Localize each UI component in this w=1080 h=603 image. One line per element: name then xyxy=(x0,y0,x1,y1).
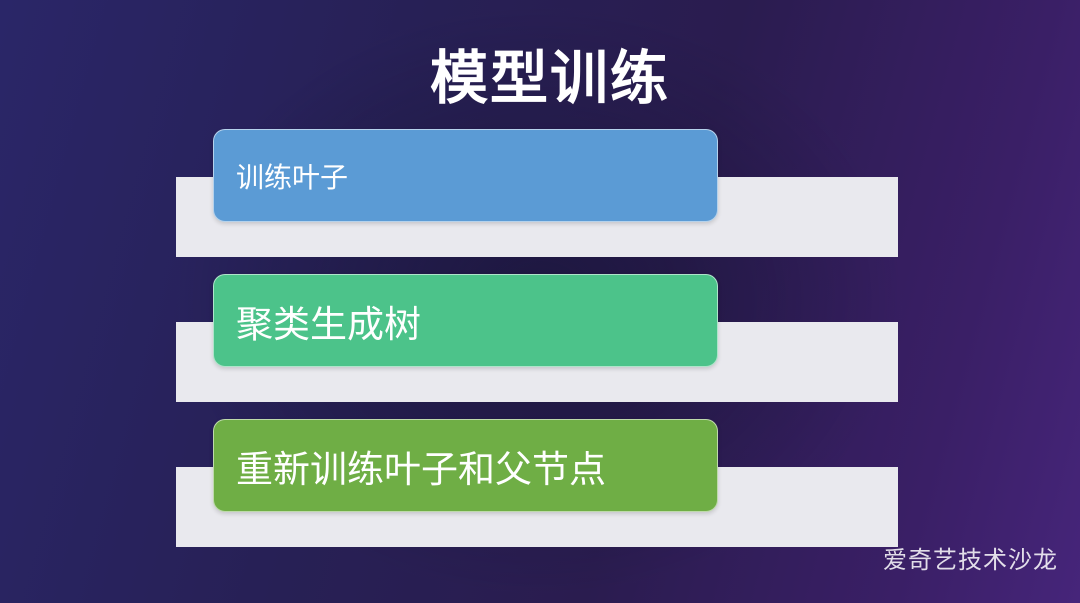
step-1-label: 训练叶子 xyxy=(236,160,349,194)
watermark: 爱奇艺技术沙龙 xyxy=(883,546,1058,574)
step-2-label: 聚类生成树 xyxy=(236,302,421,346)
step-1: 训练叶子 xyxy=(0,129,1080,269)
step-3-box: 重新训练叶子和父节点 xyxy=(213,419,718,512)
step-1-box: 训练叶子 xyxy=(213,129,718,222)
step-2-box: 聚类生成树 xyxy=(213,274,718,367)
step-2: 聚类生成树 xyxy=(0,274,1080,414)
step-3-label: 重新训练叶子和父节点 xyxy=(236,447,606,491)
slide-title: 模型训练 xyxy=(429,44,670,112)
step-3: 重新训练叶子和父节点 xyxy=(0,419,1080,559)
